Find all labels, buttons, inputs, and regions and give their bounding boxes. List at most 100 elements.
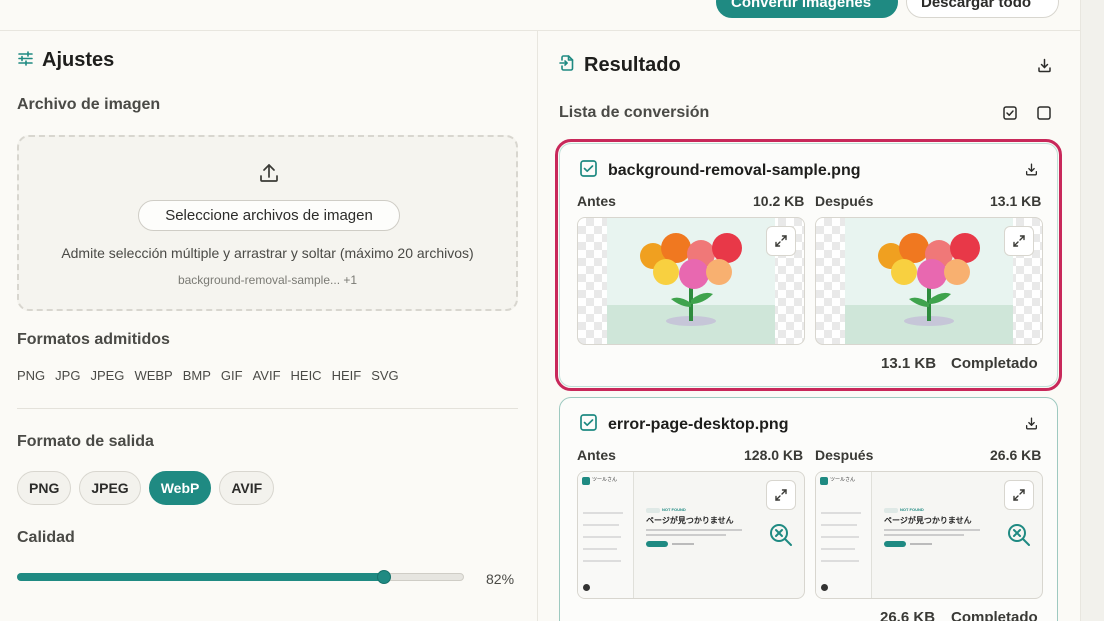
slider-thumb[interactable] <box>376 570 391 584</box>
search-x-icon <box>1006 522 1032 553</box>
format-item: HEIC <box>290 368 322 383</box>
format-option-png[interactable]: PNG <box>17 471 72 505</box>
expand-icon[interactable] <box>1004 480 1034 510</box>
preview-line <box>821 548 855 550</box>
sliders-icon <box>17 50 34 72</box>
preview-avatar <box>821 584 828 591</box>
final-size: 26.6 KB <box>880 609 936 621</box>
preview-line <box>583 524 619 526</box>
deselect-all-checkbox-icon[interactable] <box>1034 103 1054 123</box>
preview-badge <box>646 508 660 513</box>
preview-line <box>821 560 859 562</box>
section-divider <box>17 408 518 409</box>
preview-line <box>884 529 980 531</box>
result-panel: Resultado Lista de conversión background… <box>539 31 1080 621</box>
before-preview[interactable]: ツールさん NOT FOUND ページが見つかりません <box>577 471 805 599</box>
after-label: Después <box>815 447 874 463</box>
before-label: Antes <box>577 193 616 209</box>
search-x-icon <box>768 522 794 553</box>
file-export-icon <box>558 54 576 77</box>
select-images-button[interactable]: Seleccione archivos de imagen <box>138 200 400 231</box>
output-format-options: PNG JPEG WebP AVIF <box>17 471 275 505</box>
checked-checkbox-icon[interactable] <box>579 159 598 183</box>
format-item: PNG <box>17 368 46 383</box>
preview-button <box>884 541 906 547</box>
format-option-avif[interactable]: AVIF <box>219 471 275 505</box>
after-preview[interactable]: ツールさん NOT FOUND ページが見つかりません <box>815 471 1043 599</box>
select-all-checkbox-icon[interactable] <box>1000 103 1020 123</box>
preview-line <box>821 512 861 514</box>
format-item: JPG <box>55 368 81 383</box>
preview-line <box>884 534 964 536</box>
format-option-jpeg[interactable]: JPEG <box>79 471 141 505</box>
preview-line <box>821 536 859 538</box>
file-name: background-removal-sample.png <box>608 162 861 179</box>
preview-sidebar: ツールさん <box>578 472 634 598</box>
before-label: Antes <box>577 447 616 463</box>
preview-sidebar: ツールさん <box>816 472 872 598</box>
preview-line <box>583 512 623 514</box>
upload-icon <box>257 161 281 190</box>
final-size: 13.1 KB <box>881 355 937 372</box>
slider-fill <box>17 573 384 581</box>
download-icon[interactable] <box>1024 162 1039 182</box>
preview-badge <box>884 508 898 513</box>
preview-title: ページが見つかりません <box>646 516 734 525</box>
settings-header: Ajustes <box>17 49 114 72</box>
app-logo <box>582 477 590 485</box>
dropzone-help: Admite selección múltiple y arrastrar y … <box>61 245 474 261</box>
preview-app-name: ツールさん <box>592 477 618 483</box>
checked-checkbox-icon[interactable] <box>579 413 598 437</box>
result-card[interactable]: error-page-desktop.png Antes 128.0 KB De… <box>559 397 1058 621</box>
top-bar: Convertir imágenes Descargar todo <box>0 0 1080 31</box>
download-all-button[interactable]: Descargar todo <box>906 0 1059 18</box>
preview-badge-text: NOT FOUND <box>900 507 924 512</box>
preview-badge-text: NOT FOUND <box>662 507 686 512</box>
settings-title: Ajustes <box>42 49 115 71</box>
expand-icon[interactable] <box>766 226 796 256</box>
preview-avatar <box>583 584 590 591</box>
selected-files-summary: background-removal-sample... +1 <box>177 273 358 287</box>
before-size: 128.0 KB <box>744 447 804 463</box>
preview-button <box>646 541 668 547</box>
before-size: 10.2 KB <box>753 193 805 209</box>
image-file-label: Archivo de imagen <box>17 96 161 113</box>
preview-line <box>646 529 742 531</box>
after-preview[interactable] <box>815 217 1043 345</box>
format-item: WEBP <box>134 368 173 383</box>
result-card[interactable]: background-removal-sample.png Antes 10.2… <box>555 139 1062 391</box>
settings-panel: Ajustes Archivo de imagen Seleccione arc… <box>0 31 538 621</box>
quality-label: Calidad <box>17 529 75 546</box>
expand-icon[interactable] <box>1004 226 1034 256</box>
result-header: Resultado <box>558 54 681 77</box>
output-format-label: Formato de salida <box>17 433 154 450</box>
preview-line <box>821 524 857 526</box>
image-dropzone[interactable]: Seleccione archivos de imagen Admite sel… <box>17 135 518 311</box>
download-icon[interactable] <box>1024 416 1039 436</box>
preview-app-name: ツールさん <box>830 477 856 483</box>
preview-line <box>672 543 694 545</box>
expand-icon[interactable] <box>766 480 796 510</box>
conversion-list-label: Lista de conversión <box>559 104 710 121</box>
app-logo <box>820 477 828 485</box>
format-item: JPEG <box>90 368 125 383</box>
quality-slider[interactable] <box>17 570 464 584</box>
page-scrollbar[interactable] <box>1080 0 1104 621</box>
quality-value: 82% <box>486 571 515 587</box>
preview-line <box>646 534 726 536</box>
after-size: 13.1 KB <box>990 193 1042 209</box>
file-name: error-page-desktop.png <box>608 416 789 433</box>
supported-formats-label: Formatos admitidos <box>17 331 170 348</box>
format-item: SVG <box>371 368 399 383</box>
convert-images-button[interactable]: Convertir imágenes <box>716 0 898 18</box>
format-option-webp[interactable]: WebP <box>148 471 212 505</box>
status-text: Completado <box>951 355 1038 372</box>
preview-line <box>910 543 932 545</box>
format-item: AVIF <box>252 368 281 383</box>
format-item: GIF <box>220 368 243 383</box>
preview-line <box>583 560 621 562</box>
format-item: HEIF <box>331 368 362 383</box>
before-preview[interactable] <box>577 217 805 345</box>
supported-formats-list: PNG JPG JPEG WEBP BMP GIF AVIF HEIC HEIF… <box>17 368 399 383</box>
download-result-icon[interactable] <box>1034 55 1054 75</box>
